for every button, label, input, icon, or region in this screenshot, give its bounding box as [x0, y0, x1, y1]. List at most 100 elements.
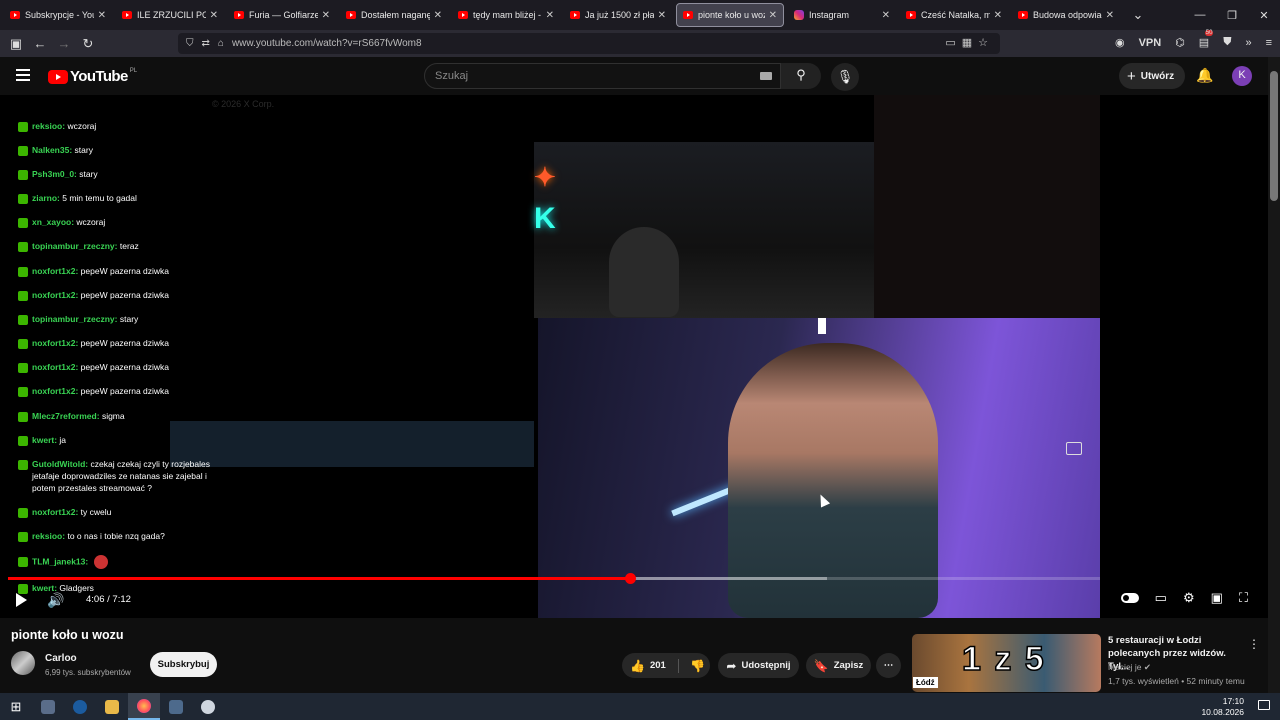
- close-tab-icon[interactable]: ✕: [1106, 10, 1114, 21]
- autoplay-toggle[interactable]: [1120, 593, 1139, 603]
- close-tab-icon[interactable]: ✕: [434, 10, 442, 21]
- extension-shield-icon[interactable]: ◉: [1115, 36, 1125, 49]
- sidebar-toggle-icon[interactable]: ▣: [4, 36, 28, 52]
- close-tab-icon[interactable]: ✕: [658, 10, 666, 21]
- tab-list-chevron-icon[interactable]: ⌄: [1126, 7, 1150, 23]
- browser-tab[interactable]: Budowa odpowiada z ✕: [1012, 3, 1120, 27]
- address-bar[interactable]: ⛉ ⇄ ⌂ www.youtube.com/watch?v=rS667fvWom…: [178, 33, 1000, 54]
- taskbar-app[interactable]: [160, 693, 192, 720]
- system-clock[interactable]: 17:10 10.08.2026: [1201, 696, 1244, 718]
- browser-tab[interactable]: Instagram ✕: [788, 3, 896, 27]
- volume-icon[interactable]: 🔊: [47, 592, 64, 609]
- notification-center-icon[interactable]: [1258, 700, 1270, 710]
- search-input[interactable]: Szukaj: [424, 63, 781, 89]
- close-tab-icon[interactable]: ✕: [210, 10, 218, 21]
- browser-tab[interactable]: Furia — Golfiarze - Yo ✕: [228, 3, 336, 27]
- firefox-icon: [137, 698, 151, 713]
- subscribe-button[interactable]: Subskrybuj: [150, 652, 217, 677]
- chat-text: Gladgers: [59, 583, 94, 593]
- like-count[interactable]: 201: [650, 660, 666, 671]
- video-player[interactable]: © 2026 X Corp. ✦ K reksioo: wczoraj Nalke…: [0, 95, 1268, 618]
- picture-in-picture-icon[interactable]: [1066, 442, 1082, 455]
- chat-message: kwert: ja: [18, 434, 223, 446]
- close-tab-icon[interactable]: ✕: [994, 10, 1002, 21]
- save-button[interactable]: 🔖 Zapisz: [806, 653, 871, 678]
- permissions-icon[interactable]: ⇄: [202, 38, 210, 49]
- play-icon[interactable]: [16, 593, 27, 607]
- reload-icon[interactable]: ↻: [76, 36, 100, 52]
- recommended-thumbnail[interactable]: 1 z 5 Łódź: [912, 634, 1101, 692]
- taskbar-app[interactable]: [192, 693, 224, 720]
- browser-tab[interactable]: Ja już 1500 zł płacile ✕: [564, 3, 672, 27]
- close-tab-icon[interactable]: ✕: [98, 10, 106, 21]
- settings-gear-icon[interactable]: ⚙: [1183, 590, 1195, 606]
- channel-avatar[interactable]: [11, 651, 35, 675]
- time-display: 4:06 / 7:12: [86, 594, 131, 605]
- taskbar-app[interactable]: [64, 693, 96, 720]
- scrollbar-thumb[interactable]: [1270, 71, 1278, 201]
- create-label: Utwórz: [1140, 70, 1175, 82]
- lock-icon[interactable]: ⌂: [218, 38, 224, 49]
- browser-tab-active[interactable]: pionte koło u wozu - ✕: [676, 3, 784, 27]
- thumbs-up-icon[interactable]: 👍: [630, 659, 645, 673]
- taskbar-app[interactable]: [32, 693, 64, 720]
- menu-icon[interactable]: ≡: [1266, 37, 1272, 49]
- vpn-button[interactable]: VPN: [1139, 37, 1162, 49]
- bookmark-icon: 🔖: [813, 658, 829, 673]
- create-button[interactable]: + Utwórz: [1119, 63, 1185, 89]
- share-button[interactable]: ➦ Udostępnij: [718, 653, 799, 678]
- browser-tab[interactable]: Subskrypcje - YouTub ✕: [4, 3, 112, 27]
- bookmark-star-icon[interactable]: ☆: [978, 37, 994, 49]
- progress-scrubber[interactable]: [624, 573, 636, 584]
- start-button[interactable]: ⊞: [0, 693, 32, 720]
- browser-tab[interactable]: Cześć Natalka, może: ✕: [900, 3, 1008, 27]
- close-tab-icon[interactable]: ✕: [882, 10, 890, 21]
- more-actions-button[interactable]: ⋯: [876, 653, 901, 678]
- close-tab-icon[interactable]: ✕: [546, 10, 554, 21]
- subtitles-icon[interactable]: ▭: [1155, 590, 1167, 606]
- chat-text: wczoraj: [67, 121, 97, 131]
- chat-text: pepeW pazerna dziwka: [80, 386, 170, 396]
- close-tab-icon[interactable]: ✕: [769, 10, 777, 21]
- taskbar-app-active[interactable]: [128, 693, 160, 720]
- recommended-more-icon[interactable]: ⋮: [1248, 637, 1260, 651]
- chat-username: noxfort1x2:: [32, 507, 79, 517]
- voice-search-button[interactable]: 🎙: [831, 63, 859, 91]
- fullscreen-icon[interactable]: ⛶: [1239, 590, 1248, 606]
- video-panel-blue: [170, 421, 534, 467]
- browser-tab[interactable]: tędy mam bliżej - Yo ✕: [452, 3, 560, 27]
- search-button[interactable]: ⚲: [781, 63, 821, 89]
- browser-tab[interactable]: ILE ZRZUCILI PO PIER ✕: [116, 3, 224, 27]
- channel-name[interactable]: Carloo: [45, 653, 77, 664]
- notifications-bell-icon[interactable]: 🔔: [1196, 67, 1213, 84]
- lamp: [818, 318, 826, 334]
- keyboard-icon[interactable]: [760, 72, 772, 80]
- theater-mode-icon[interactable]: ▣: [1211, 590, 1223, 606]
- back-icon[interactable]: ←: [28, 36, 52, 51]
- url-text[interactable]: www.youtube.com/watch?v=rS667fvWom8: [232, 38, 422, 49]
- forward-icon[interactable]: →: [52, 36, 76, 51]
- progress-bar[interactable]: [8, 573, 1100, 584]
- extensions-icon[interactable]: ⌬: [1175, 36, 1185, 49]
- account-avatar[interactable]: K: [1232, 66, 1252, 86]
- restore-icon[interactable]: ❐: [1216, 9, 1248, 22]
- shield-icon[interactable]: ⛉: [186, 38, 194, 49]
- close-tab-icon[interactable]: ✕: [322, 10, 330, 21]
- overflow-chevron-icon[interactable]: »: [1245, 37, 1251, 49]
- browser-nav-bar: ▣ ← → ↻ ⛉ ⇄ ⌂ www.youtube.com/watch?v=rS…: [0, 30, 1280, 57]
- screenshot-icon[interactable]: ▦: [962, 37, 978, 49]
- thumbs-down-icon[interactable]: 👎: [690, 659, 705, 673]
- recommended-channel[interactable]: Maciej je ✔: [1108, 662, 1151, 673]
- minimize-icon[interactable]: —: [1184, 9, 1216, 21]
- browser-tab[interactable]: Dostałem naganę za ✕: [340, 3, 448, 27]
- close-window-icon[interactable]: ✕: [1248, 9, 1280, 22]
- chat-badge-icon: [18, 121, 28, 132]
- monitor-app-icon: [41, 699, 55, 714]
- hamburger-menu-icon[interactable]: [16, 69, 30, 81]
- extension-badge-icon[interactable]: ▤ 50: [1199, 30, 1214, 49]
- pip-icon[interactable]: ▭: [945, 37, 961, 49]
- youtube-logo[interactable]: YouTube PL: [48, 68, 137, 85]
- page-scrollbar[interactable]: [1268, 57, 1280, 693]
- taskbar-app[interactable]: [96, 693, 128, 720]
- adblock-icon[interactable]: ⛊: [1223, 36, 1231, 49]
